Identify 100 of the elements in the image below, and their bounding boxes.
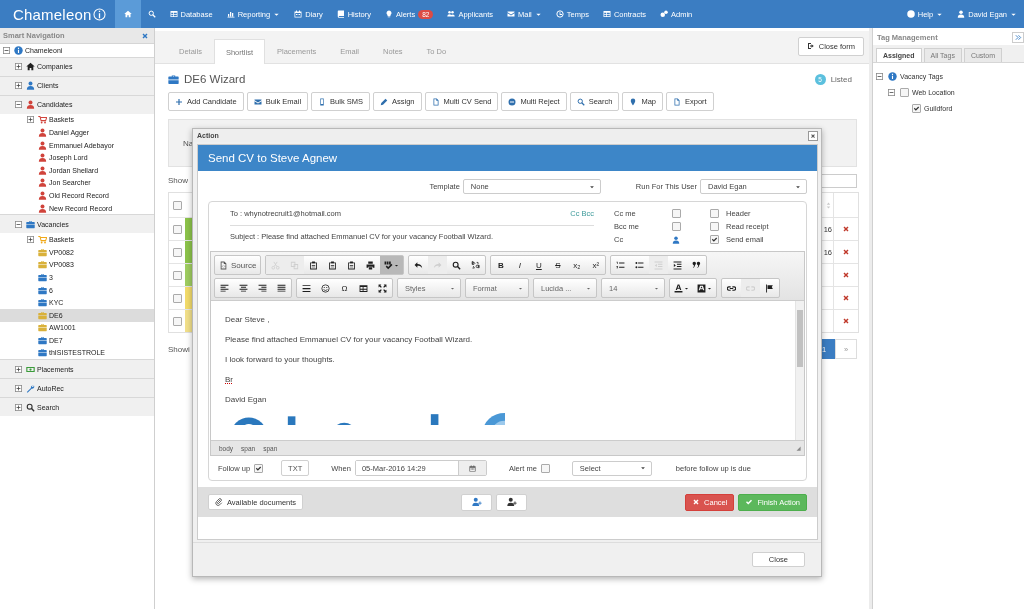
- search-icon: [452, 260, 462, 270]
- checkbox[interactable]: [710, 209, 719, 218]
- add-person-icon: [506, 497, 517, 507]
- close-icon: [842, 271, 850, 279]
- checkbox[interactable]: [672, 222, 681, 231]
- search-icon: [576, 97, 585, 106]
- calendar-icon: [468, 464, 476, 472]
- checkbox[interactable]: [172, 247, 182, 257]
- checkbox[interactable]: [254, 463, 264, 473]
- home-icon: [123, 10, 132, 18]
- search-field[interactable]: [821, 173, 857, 188]
- toolbar-button[interactable]: [380, 256, 404, 274]
- format-button[interactable]: B: [491, 256, 511, 274]
- info-icon: [92, 7, 106, 21]
- checkbox[interactable]: [900, 87, 909, 97]
- close-button[interactable]: [808, 130, 818, 141]
- paste-icon: [328, 260, 338, 270]
- add-contact-button[interactable]: [496, 493, 528, 511]
- caret-icon: [588, 183, 595, 190]
- source-icon: [219, 260, 228, 270]
- collapse-toggle[interactable]: [888, 88, 895, 96]
- close-icon: [842, 294, 850, 302]
- maximize-icon: [378, 283, 387, 293]
- close-icon: [842, 248, 850, 256]
- add-person-icon: [471, 497, 482, 507]
- expand-toggle[interactable]: [15, 365, 22, 373]
- format-button[interactable]: S: [548, 256, 568, 274]
- show-label: Show: [168, 176, 188, 185]
- search-icon: [26, 402, 35, 412]
- align-left-icon: [220, 283, 229, 293]
- expand-toggle[interactable]: [15, 63, 22, 71]
- checkbox[interactable]: [172, 270, 182, 280]
- plus-icon: [175, 97, 183, 106]
- person-icon: [957, 10, 966, 18]
- align-center-icon: [239, 283, 248, 293]
- checkbox[interactable]: [912, 103, 921, 113]
- close-icon: [842, 225, 850, 233]
- body-text: Dear Steve ,: [225, 315, 271, 324]
- checkbox[interactable]: [172, 200, 182, 210]
- expand-toggle[interactable]: [15, 403, 22, 411]
- caret-icon: [518, 285, 523, 291]
- checkbox[interactable]: [172, 293, 182, 303]
- paperclip-icon: [215, 498, 223, 506]
- info-icon: [888, 71, 897, 81]
- print-icon: [366, 260, 376, 270]
- people-icon: [447, 10, 456, 18]
- horizontal-line-icon: [302, 283, 311, 293]
- collapse-toggle[interactable]: [876, 72, 883, 80]
- collapse-toggle[interactable]: [15, 101, 22, 109]
- collapse-toggle[interactable]: [15, 220, 22, 228]
- caret-icon: [394, 262, 400, 268]
- scrollbar[interactable]: [795, 301, 804, 440]
- justify-icon: [277, 283, 286, 293]
- cut-icon: [271, 260, 281, 270]
- listed-label: Listed: [830, 74, 852, 84]
- format-button[interactable]: I: [510, 256, 530, 274]
- replace-icon: [471, 260, 481, 270]
- bar-chart-icon: [226, 10, 235, 18]
- flag-icon: [765, 283, 774, 293]
- paste-icon: [309, 260, 319, 270]
- results-label: Showi: [168, 344, 190, 354]
- close-icon: [141, 31, 149, 40]
- expand-toggle[interactable]: [27, 236, 34, 244]
- expand-toggle[interactable]: [15, 82, 22, 90]
- collapse-toggle[interactable]: [3, 46, 10, 54]
- exit-icon: [806, 42, 815, 50]
- format-button[interactable]: U: [529, 256, 549, 274]
- table-icon: [359, 283, 368, 293]
- home-button[interactable]: [114, 0, 141, 28]
- body-text: Please find attached Emmanuel CV for your vacancy Football Wizard.: [225, 335, 474, 344]
- wrench-icon: [26, 383, 35, 393]
- checkbox[interactable]: [710, 235, 719, 244]
- expand-toggle[interactable]: [15, 384, 22, 392]
- close-icon: [692, 498, 701, 506]
- document-icon: [431, 97, 440, 106]
- home-icon: [26, 62, 35, 72]
- expand-toggle[interactable]: [27, 116, 34, 124]
- align-right-icon: [258, 283, 267, 293]
- pencil-icon: [380, 97, 388, 106]
- smiley-icon: [321, 283, 330, 293]
- checkbox[interactable]: [710, 222, 719, 231]
- checkbox[interactable]: [672, 209, 681, 218]
- format-button[interactable]: x₂: [567, 256, 587, 274]
- table-icon: [602, 10, 611, 18]
- calendar-button[interactable]: [457, 461, 486, 475]
- logo-text[interactable]: Chameleon: [13, 5, 92, 23]
- unlink-icon: [746, 283, 755, 293]
- source-button[interactable]: Source: [215, 256, 261, 274]
- body-text: Br: [225, 375, 234, 384]
- undo-icon: [414, 260, 424, 270]
- checkbox[interactable]: [172, 224, 182, 234]
- format-button[interactable]: Ω: [335, 279, 354, 297]
- checkbox[interactable]: [540, 463, 550, 473]
- body-text: I look forward to your thoughts.: [225, 355, 336, 364]
- checkbox[interactable]: [172, 316, 182, 326]
- caret-icon: [639, 465, 646, 471]
- search-icon: [147, 10, 156, 18]
- format-button[interactable]: x²: [586, 256, 606, 274]
- dialog-heading: Send CV to Steve Agnew: [198, 145, 817, 171]
- person-icon: [672, 235, 680, 244]
